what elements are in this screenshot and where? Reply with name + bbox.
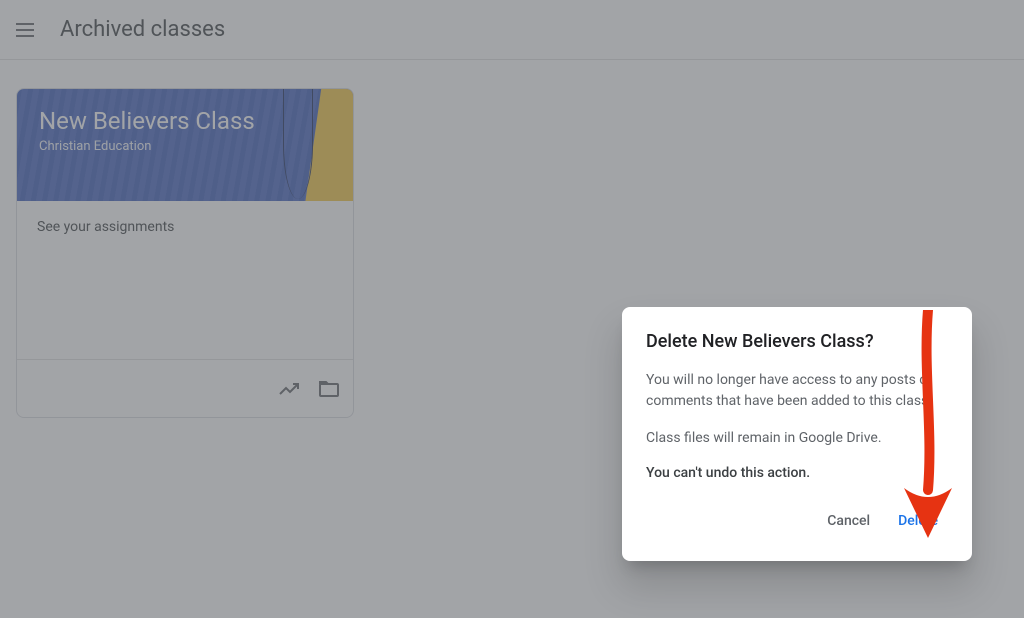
dialog-body-1: You will no longer have access to any po… [646,370,948,412]
cancel-button[interactable]: Cancel [817,505,880,537]
delete-confirmation-dialog: Delete New Believers Class? You will no … [622,307,972,561]
dialog-title: Delete New Believers Class? [646,331,948,352]
delete-button[interactable]: Delete [888,505,948,537]
dialog-body-2: Class files will remain in Google Drive. [646,428,948,449]
dialog-actions: Cancel Delete [646,505,948,537]
dialog-warning: You can't undo this action. [646,465,948,481]
